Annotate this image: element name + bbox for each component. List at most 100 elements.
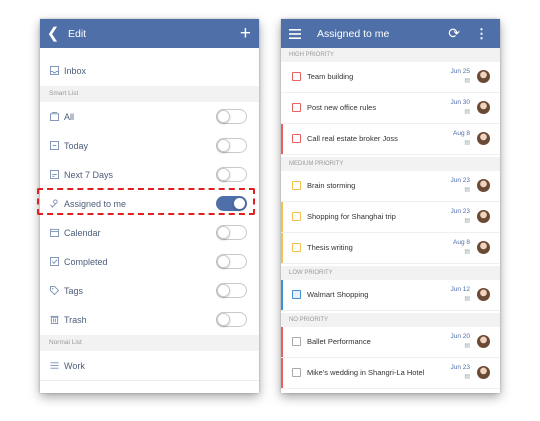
inbox-label: Inbox bbox=[64, 65, 87, 76]
toggle-next-7-days[interactable] bbox=[216, 167, 247, 182]
smart-item-label: Trash bbox=[64, 314, 87, 325]
task-due-date: Jun 23 bbox=[450, 364, 470, 371]
task-checkbox[interactable] bbox=[292, 290, 301, 299]
assigned-screen: Assigned to me ⟳ ⋮ HIGH PRIORITY Team bui… bbox=[281, 19, 500, 393]
priority-edge bbox=[281, 124, 283, 154]
task-meta-icon: ▤ bbox=[464, 296, 470, 302]
smart-item-label: Completed bbox=[64, 256, 108, 267]
list-item-inbox[interactable]: Inbox bbox=[40, 56, 259, 85]
toggle-trash[interactable] bbox=[216, 312, 247, 327]
assignee-avatar bbox=[477, 366, 490, 379]
task-checkbox[interactable] bbox=[292, 181, 301, 190]
priority-section-header: MEDIUM PRIORITY bbox=[281, 157, 500, 171]
smart-item-tags[interactable]: Tags bbox=[40, 276, 259, 305]
assigned-title: Assigned to me bbox=[317, 27, 390, 40]
edit-app-bar: ❮ Edit + bbox=[40, 19, 259, 48]
smart-item-label: Today bbox=[64, 140, 89, 151]
task-due-date: Jun 12 bbox=[450, 286, 470, 293]
task-title: Team building bbox=[307, 72, 354, 81]
list-icon bbox=[50, 362, 59, 369]
task-due-date: Jun 25 bbox=[450, 68, 470, 75]
priority-edge bbox=[281, 202, 283, 232]
toggle-tags[interactable] bbox=[216, 283, 247, 298]
smart-item-next-7-days[interactable]: Next 7 Days bbox=[40, 160, 259, 189]
task-row[interactable]: Shopping for Shanghai trip Jun 23 ▤ bbox=[281, 202, 500, 233]
task-meta-icon: ▤ bbox=[464, 140, 470, 146]
plus-icon[interactable]: + bbox=[240, 19, 251, 48]
task-checkbox[interactable] bbox=[292, 134, 301, 143]
normal-list-header: Normal List bbox=[40, 335, 259, 351]
task-title: Walmart Shopping bbox=[307, 290, 369, 299]
normal-item-work[interactable]: Work bbox=[40, 351, 259, 380]
smart-item-label: Next 7 Days bbox=[64, 169, 114, 180]
smart-item-label: Tags bbox=[64, 285, 84, 296]
priority-edge bbox=[281, 233, 283, 263]
inbox-icon bbox=[50, 66, 59, 75]
priority-section-header: NO PRIORITY bbox=[281, 313, 500, 327]
task-title: Shopping for Shanghai trip bbox=[307, 212, 396, 221]
task-meta-icon: ▤ bbox=[464, 78, 470, 84]
task-checkbox[interactable] bbox=[292, 72, 301, 81]
week-icon bbox=[50, 170, 59, 179]
assignee-avatar bbox=[477, 70, 490, 83]
assigned-highlight-box bbox=[37, 188, 255, 215]
task-title: Mike's wedding in Shangri-La Hotel bbox=[307, 368, 425, 377]
toggle-all[interactable] bbox=[216, 109, 247, 124]
task-checkbox[interactable] bbox=[292, 368, 301, 377]
task-meta-icon: ▤ bbox=[464, 343, 470, 349]
assigned-app-bar: Assigned to me ⟳ ⋮ bbox=[281, 19, 500, 48]
task-row[interactable]: Post new office rules Jun 30 ▤ bbox=[281, 93, 500, 124]
smart-item-label: All bbox=[64, 111, 75, 122]
task-checkbox[interactable] bbox=[292, 337, 301, 346]
priority-edge bbox=[281, 327, 283, 357]
task-title: Thesis writing bbox=[307, 243, 353, 252]
trash-icon bbox=[50, 315, 59, 324]
smart-item-label: Calendar bbox=[64, 227, 101, 238]
assignee-avatar bbox=[477, 335, 490, 348]
task-checkbox[interactable] bbox=[292, 243, 301, 252]
task-meta-icon: ▤ bbox=[464, 109, 470, 115]
smart-item-today[interactable]: Today bbox=[40, 131, 259, 160]
task-checkbox[interactable] bbox=[292, 212, 301, 221]
smart-item-completed[interactable]: Completed bbox=[40, 247, 259, 276]
task-due-date: Jun 30 bbox=[450, 99, 470, 106]
task-due-date: Jun 23 bbox=[450, 208, 470, 215]
task-checkbox[interactable] bbox=[292, 103, 301, 112]
today-icon bbox=[50, 141, 59, 150]
smart-item-calendar[interactable]: Calendar bbox=[40, 218, 259, 247]
assignee-avatar bbox=[477, 132, 490, 145]
task-row[interactable]: Brain storming Jun 23 ▤ bbox=[281, 171, 500, 202]
tag-icon bbox=[50, 286, 59, 295]
assignee-avatar bbox=[477, 288, 490, 301]
task-due-date: Jun 23 bbox=[450, 177, 470, 184]
task-row[interactable]: Thesis writing Aug 8 ▤ bbox=[281, 233, 500, 264]
back-arrow-icon[interactable]: ❮ bbox=[40, 19, 66, 48]
smart-item-trash[interactable]: Trash bbox=[40, 305, 259, 334]
task-row[interactable]: Walmart Shopping Jun 12 ▤ bbox=[281, 280, 500, 311]
priority-edge bbox=[281, 280, 283, 310]
task-title: Post new office rules bbox=[307, 103, 377, 112]
smart-item-all[interactable]: All bbox=[40, 102, 259, 131]
more-vert-icon[interactable]: ⋮ bbox=[475, 19, 488, 48]
task-due-date: Aug 8 bbox=[453, 239, 470, 246]
refresh-icon[interactable]: ⟳ bbox=[448, 19, 460, 48]
calendar-icon bbox=[50, 228, 59, 237]
assignee-avatar bbox=[477, 101, 490, 114]
task-row[interactable]: Ballet Performance Jun 20 ▤ bbox=[281, 327, 500, 358]
smart-list-header: Smart List bbox=[40, 86, 259, 102]
task-row[interactable]: Mike's wedding in Shangri-La Hotel Jun 23… bbox=[281, 358, 500, 389]
toggle-today[interactable] bbox=[216, 138, 247, 153]
task-row[interactable]: Team building Jun 25 ▤ bbox=[281, 62, 500, 93]
task-meta-icon: ▤ bbox=[464, 374, 470, 380]
task-title: Brain storming bbox=[307, 181, 356, 190]
task-title: Ballet Performance bbox=[307, 337, 371, 346]
toggle-calendar[interactable] bbox=[216, 225, 247, 240]
hamburger-icon[interactable] bbox=[281, 28, 309, 39]
task-row[interactable]: Call real estate broker Joss Aug 8 ▤ bbox=[281, 124, 500, 155]
assignee-avatar bbox=[477, 241, 490, 254]
task-due-date: Aug 8 bbox=[453, 130, 470, 137]
priority-section-header: LOW PRIORITY bbox=[281, 266, 500, 280]
completed-icon bbox=[50, 257, 59, 266]
task-due-date: Jun 20 bbox=[450, 333, 470, 340]
toggle-completed[interactable] bbox=[216, 254, 247, 269]
